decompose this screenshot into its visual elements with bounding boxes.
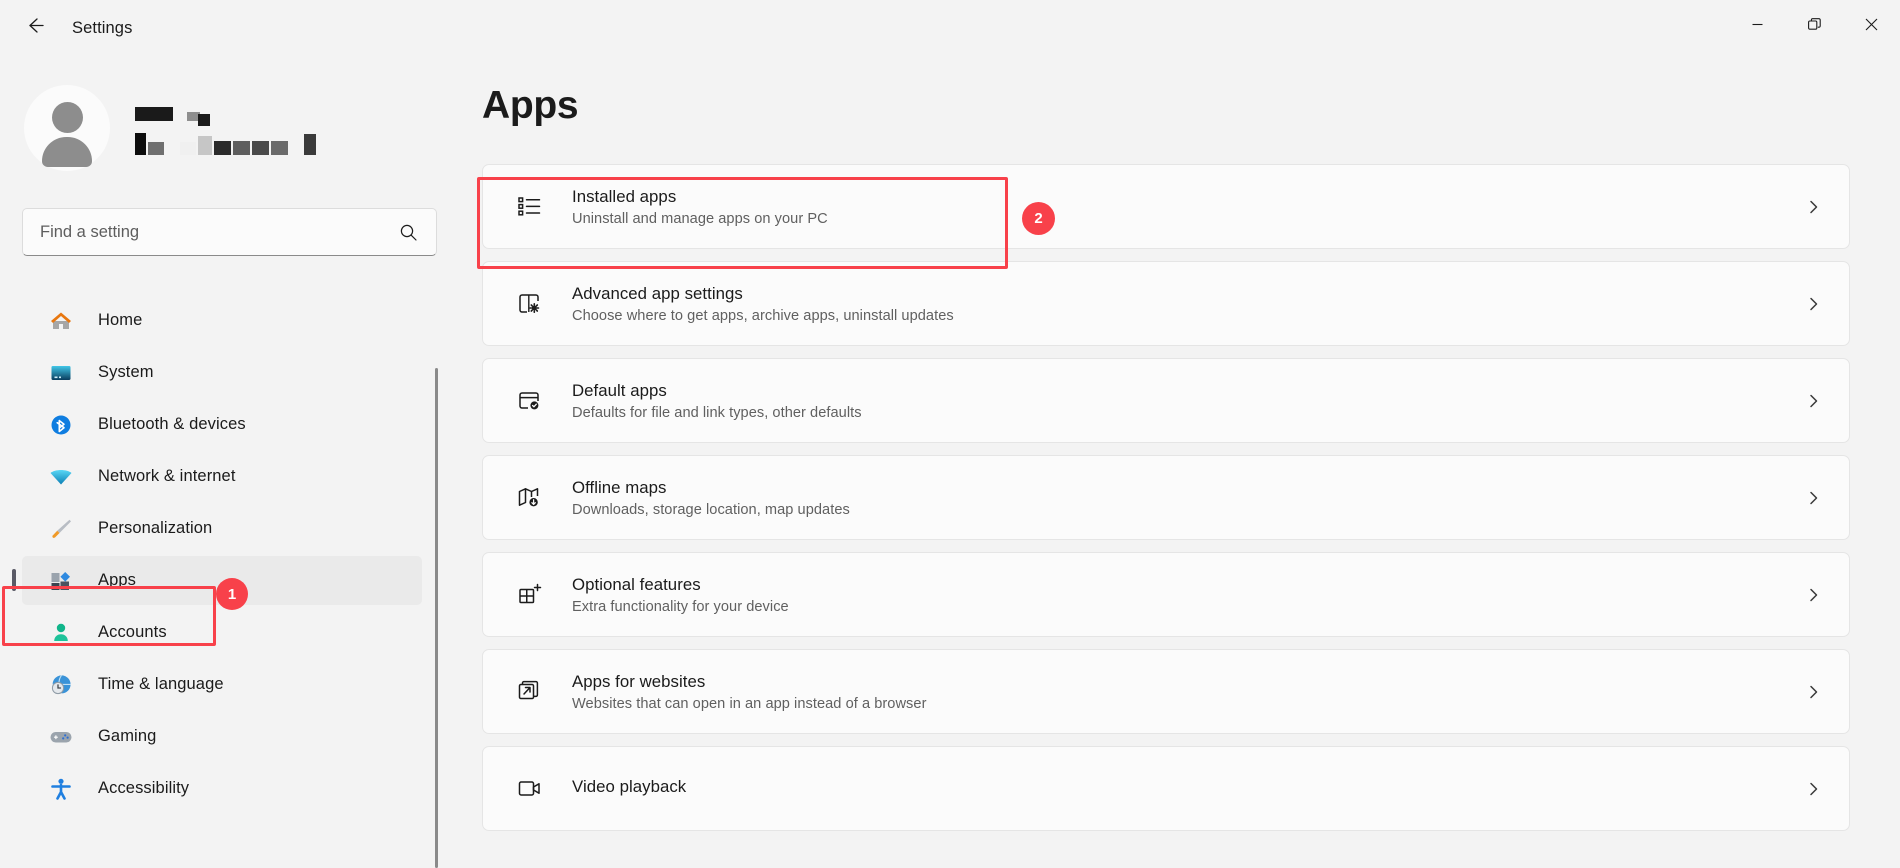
window-controls [1729, 0, 1900, 48]
title-bar: Settings [0, 0, 1900, 56]
chevron-right-icon [1806, 199, 1821, 214]
video-icon [507, 775, 551, 802]
sidebar-item-accessibility[interactable]: Accessibility [22, 764, 422, 813]
card-title: Optional features [572, 574, 701, 594]
close-icon [1865, 18, 1878, 30]
card-title: Advanced app settings [572, 283, 743, 303]
card-title: Default apps [572, 380, 667, 400]
restore-icon [1808, 17, 1821, 30]
system-icon [46, 358, 76, 388]
sidebar-item-label: Gaming [98, 727, 157, 745]
sidebar-item-system[interactable]: System [22, 348, 422, 397]
card-title: Installed apps [572, 186, 677, 206]
external-link-icon [507, 678, 551, 705]
sidebar-item-label: Accounts [98, 623, 167, 641]
sidebar: Home System [0, 56, 440, 868]
card-apps-for-websites[interactable]: Apps for websites Websites that can open… [482, 649, 1850, 734]
network-icon [46, 462, 76, 492]
chevron-right-icon [1806, 781, 1821, 796]
minimize-icon [1752, 23, 1763, 25]
sidebar-item-label: Bluetooth & devices [98, 415, 246, 433]
sidebar-item-label: Home [98, 311, 143, 329]
bluetooth-icon [46, 410, 76, 440]
sidebar-item-bluetooth[interactable]: Bluetooth & devices [22, 400, 422, 449]
app-check-icon [507, 387, 551, 414]
list-bullets-icon [507, 193, 551, 220]
search-input[interactable] [23, 222, 399, 242]
clock-globe-icon [46, 670, 76, 700]
sidebar-item-label: System [98, 363, 154, 381]
apps-icon [46, 566, 76, 596]
sidebar-item-home[interactable]: Home [22, 296, 422, 345]
card-installed-apps[interactable]: Installed apps Uninstall and manage apps… [482, 164, 1850, 249]
sidebar-item-label: Personalization [98, 519, 213, 537]
card-default-apps[interactable]: Default apps Defaults for file and link … [482, 358, 1850, 443]
back-button[interactable] [12, 10, 56, 46]
card-title: Video playback [572, 776, 687, 796]
sidebar-item-apps[interactable]: Apps [12, 556, 422, 605]
chevron-right-icon [1806, 490, 1821, 505]
card-subtitle: Defaults for file and link types, other … [572, 404, 862, 421]
sidebar-scrollbar[interactable] [435, 368, 438, 868]
restore-button[interactable] [1786, 0, 1843, 48]
window-title: Settings [72, 18, 133, 37]
sidebar-item-label: Apps [98, 571, 137, 589]
chevron-right-icon [1806, 684, 1821, 699]
sidebar-item-gaming[interactable]: Gaming [22, 712, 422, 761]
chevron-right-icon [1806, 393, 1821, 408]
sidebar-item-label: Network & internet [98, 467, 236, 485]
account-name-redacted [135, 101, 316, 155]
sidebar-item-label: Accessibility [98, 779, 190, 797]
page-title: Apps [482, 84, 579, 127]
card-offline-maps[interactable]: Offline maps Downloads, storage location… [482, 455, 1850, 540]
sidebar-item-label: Time & language [98, 675, 224, 693]
sidebar-item-time-language[interactable]: Time & language [22, 660, 422, 709]
sidebar-nav: Home System Bluetooth & devices Network … [0, 296, 440, 816]
accounts-icon [46, 618, 76, 648]
card-subtitle: Choose where to get apps, archive apps, … [572, 307, 954, 324]
card-subtitle: Downloads, storage location, map updates [572, 501, 850, 518]
sidebar-item-network[interactable]: Network & internet [22, 452, 422, 501]
minimize-button[interactable] [1729, 0, 1786, 48]
map-download-icon [507, 484, 551, 511]
accessibility-icon [46, 774, 76, 804]
search-icon [399, 223, 436, 242]
card-subtitle: Websites that can open in an app instead… [572, 695, 927, 712]
card-subtitle: Extra functionality for your device [572, 598, 789, 615]
sidebar-item-accounts[interactable]: Accounts [22, 608, 422, 657]
card-title: Offline maps [572, 477, 667, 497]
chevron-right-icon [1806, 587, 1821, 602]
search-box[interactable] [22, 208, 437, 256]
card-optional-features[interactable]: Optional features Extra functionality fo… [482, 552, 1850, 637]
settings-card-list: Installed apps Uninstall and manage apps… [482, 164, 1850, 831]
card-title: Apps for websites [572, 671, 706, 691]
card-advanced-app-settings[interactable]: Advanced app settings Choose where to ge… [482, 261, 1850, 346]
chevron-right-icon [1806, 296, 1821, 311]
account-profile[interactable] [0, 56, 440, 174]
grid-plus-icon [507, 581, 551, 608]
main-content: Apps Installed apps Uninstall and manage… [440, 56, 1900, 868]
paintbrush-icon [46, 514, 76, 544]
app-gear-icon [507, 290, 551, 317]
user-avatar-icon [24, 85, 110, 171]
sidebar-item-personalization[interactable]: Personalization [22, 504, 422, 553]
card-subtitle: Uninstall and manage apps on your PC [572, 210, 828, 227]
back-arrow-icon [24, 15, 45, 41]
card-video-playback[interactable]: Video playback [482, 746, 1850, 831]
gamepad-icon [46, 722, 76, 752]
settings-window: Settings Find a setting Home System Blue… [0, 0, 1900, 868]
home-icon [46, 306, 76, 336]
close-button[interactable] [1843, 0, 1900, 48]
